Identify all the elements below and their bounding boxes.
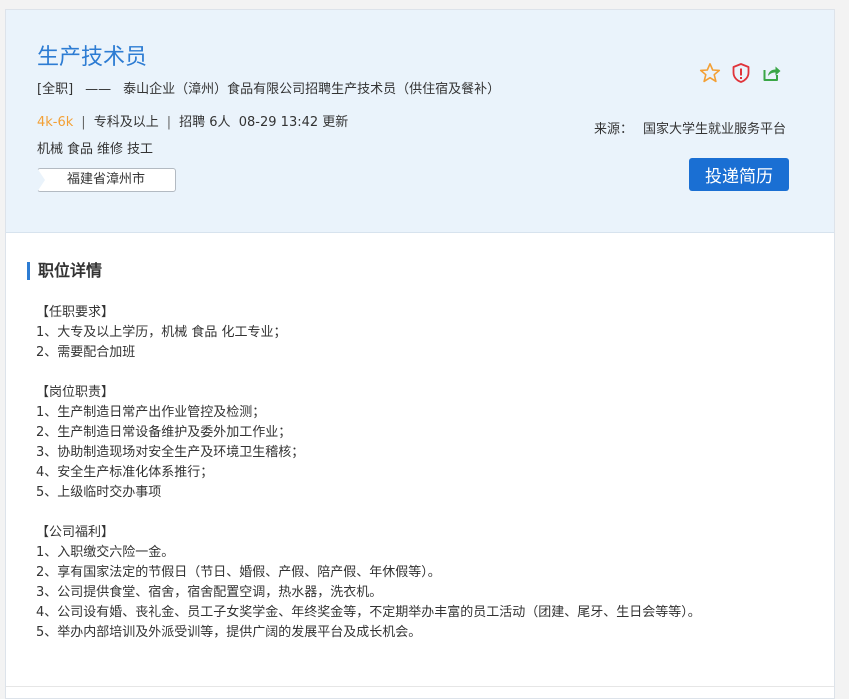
job-meta: 4k-6k | 专科及以上 | 招聘 6人 08-29 13:42 更新	[37, 111, 348, 130]
tag: 食品	[67, 142, 94, 157]
detail-line: 1、大专及以上学历，机械 食品 化工专业；	[36, 325, 287, 340]
job-title: 生产技术员	[37, 45, 148, 70]
detail-line: 5、上级临时交办事项	[36, 485, 162, 500]
star-icon[interactable]	[699, 62, 721, 84]
job-header: 生产技术员 [全职] —— 泰山企业（漳州）食品有限公司招聘生产技术员（供住宿及餐补…	[6, 10, 834, 233]
update-time: 08-29 13:42 更新	[238, 115, 349, 130]
section-title-job-detail: 职位详情	[27, 262, 102, 280]
detail-line: 3、公司提供食堂、宿舍，宿舍配置空调，热水器，洗衣机。	[36, 585, 383, 600]
duties-group: 【岗位职责】 1、生产制造日常产出作业管控及检测； 2、生产制造日常设备维护及委…	[36, 383, 826, 503]
bottom-divider	[6, 686, 834, 687]
salary: 4k-6k	[37, 115, 74, 130]
detail-line: 4、公司设有婚、丧礼金、员工子女奖学金、年终奖金等，不定期举办丰富的员工活动（团…	[36, 605, 701, 620]
job-subtitle-line: [全职] —— 泰山企业（漳州）食品有限公司招聘生产技术员（供住宿及餐补）	[37, 78, 500, 97]
source-label: 来源：	[593, 122, 633, 137]
tag: 维修	[97, 142, 124, 157]
benefits-group: 【公司福利】 1、入职缴交六险一金。 2、享有国家法定的节假日（节日、婚假、产假…	[36, 523, 826, 643]
education: 专科及以上	[93, 115, 159, 130]
job-subtitle: 泰山企业（漳州）食品有限公司招聘生产技术员（供住宿及餐补）	[123, 82, 501, 97]
group-title: 【任职要求】	[36, 305, 115, 320]
requirements-group: 【任职要求】 1、大专及以上学历，机械 食品 化工专业； 2、需要配合加班	[36, 303, 826, 363]
detail-line: 3、协助制造现场对安全生产及环境卫生稽核；	[36, 445, 305, 460]
source: 来源： 国家大学生就业服务平台	[594, 118, 786, 137]
recruit-count: 招聘 6人	[179, 115, 231, 130]
detail-line: 2、享有国家法定的节假日（节日、婚假、产假、陪产假、年休假等）。	[36, 565, 441, 580]
meta-separator: |	[81, 115, 86, 130]
detail-line: 4、安全生产标准化体系推行；	[36, 465, 214, 480]
meta-separator: |	[166, 115, 172, 130]
tag: 机械	[37, 142, 64, 157]
group-title: 【公司福利】	[36, 525, 115, 540]
job-tags: 机械 食品 维修 技工	[37, 138, 157, 157]
action-icons	[699, 62, 783, 84]
tag: 技工	[127, 142, 154, 157]
location-tag-notch	[37, 168, 45, 192]
job-description: 【任职要求】 1、大专及以上学历，机械 食品 化工专业； 2、需要配合加班 【岗…	[36, 303, 826, 663]
detail-line: 5、举办内部培训及外派受训等，提供广阔的发展平台及成长机会。	[36, 625, 422, 640]
job-detail-panel: 生产技术员 [全职] —— 泰山企业（漳州）食品有限公司招聘生产技术员（供住宿及餐补…	[5, 9, 835, 699]
detail-line: 2、需要配合加班	[36, 345, 136, 360]
job-type-tag: [全职]	[37, 82, 74, 97]
apply-button[interactable]: 投递简历	[689, 158, 789, 191]
subtitle-dash: ——	[85, 82, 112, 97]
location-tag[interactable]: 福建省漳州市	[37, 168, 176, 192]
source-value: 国家大学生就业服务平台	[642, 122, 786, 137]
detail-line: 2、生产制造日常设备维护及委外加工作业；	[36, 425, 292, 440]
report-shield-icon[interactable]	[730, 62, 752, 84]
share-icon[interactable]	[761, 62, 783, 84]
detail-line: 1、入职缴交六险一金。	[36, 545, 175, 560]
group-title: 【岗位职责】	[36, 385, 115, 400]
location-label: 福建省漳州市	[67, 172, 146, 187]
detail-line: 1、生产制造日常产出作业管控及检测；	[36, 405, 266, 420]
